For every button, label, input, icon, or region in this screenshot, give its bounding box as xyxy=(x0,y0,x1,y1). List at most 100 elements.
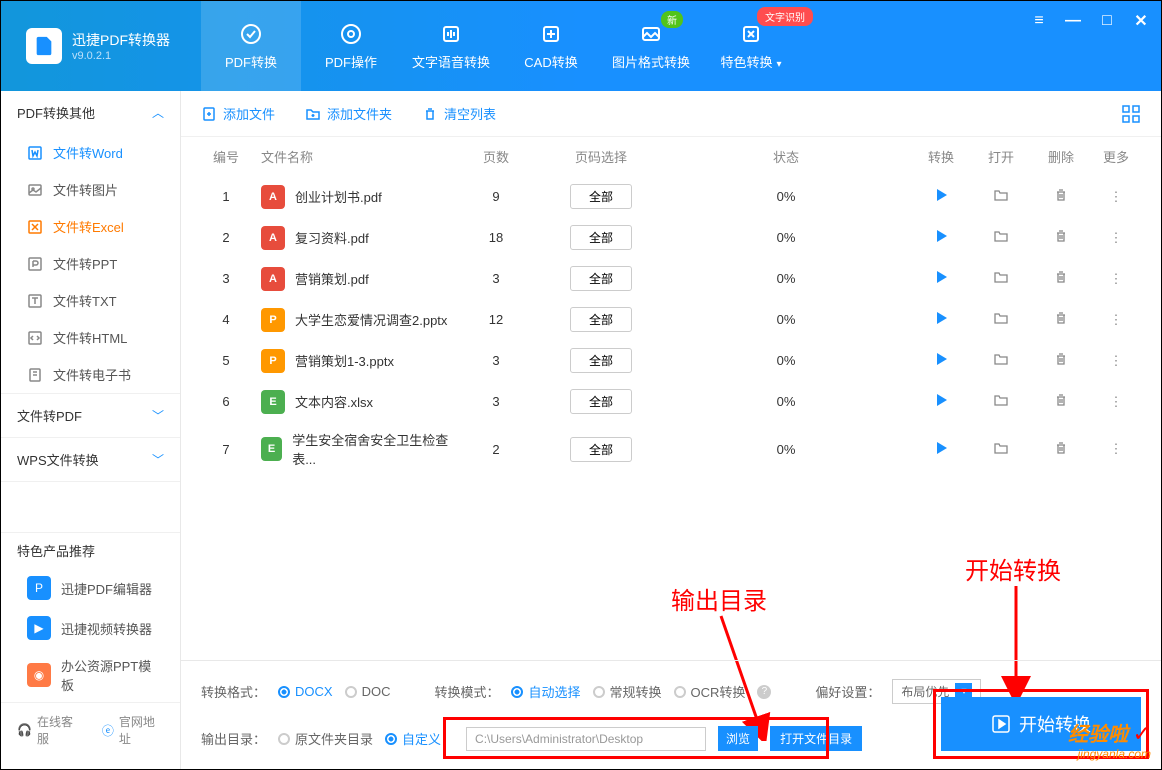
open-folder-button[interactable] xyxy=(993,444,1009,459)
convert-row-button[interactable] xyxy=(933,396,949,411)
sidebar-item-to-ppt[interactable]: 文件转PPT xyxy=(1,245,180,282)
mode-label: 转换模式： xyxy=(434,682,499,701)
output-orig-radio[interactable]: 原文件夹目录 xyxy=(278,729,373,748)
table-row: 6 E 文本内容.xlsx 3 全部 0% ⋮ xyxy=(181,381,1161,422)
tab-pdf-convert[interactable]: PDF转换 xyxy=(201,1,301,91)
cad-icon xyxy=(539,22,563,46)
page-select-button[interactable]: 全部 xyxy=(570,266,632,291)
video-icon: ▶ xyxy=(27,616,51,640)
convert-row-button[interactable] xyxy=(933,191,949,206)
pdf-file-icon: A xyxy=(261,267,285,291)
page-select-button[interactable]: 全部 xyxy=(570,389,632,414)
sidebar-item-to-txt[interactable]: 文件转TXT xyxy=(1,282,180,319)
sidebar-section-to-pdf[interactable]: 文件转PDF ﹀ xyxy=(1,394,180,437)
page-select-button[interactable]: 全部 xyxy=(570,437,632,462)
pref-label: 偏好设置： xyxy=(815,682,880,701)
page-select-button[interactable]: 全部 xyxy=(570,225,632,250)
more-button[interactable]: ⋮ xyxy=(1110,312,1123,327)
pdf-file-icon: A xyxy=(261,226,285,250)
html-icon xyxy=(27,330,43,346)
online-service-link[interactable]: 🎧 在线客服 xyxy=(17,713,82,747)
image-icon xyxy=(639,22,663,46)
page-select-button[interactable]: 全部 xyxy=(570,307,632,332)
official-site-link[interactable]: ⓔ 官网地址 xyxy=(102,713,164,747)
chevron-down-icon: ▾ xyxy=(776,59,781,70)
convert-row-button[interactable] xyxy=(933,232,949,247)
new-badge: 新 xyxy=(661,11,683,28)
minimize-button[interactable]: — xyxy=(1065,13,1081,29)
sidebar-section-pdf-to-other[interactable]: PDF转换其他 ︿ xyxy=(1,91,180,134)
tab-text-voice[interactable]: 文字语音转换 xyxy=(401,1,501,91)
open-folder-button[interactable] xyxy=(993,191,1009,206)
close-button[interactable]: ✕ xyxy=(1133,13,1149,29)
recommend-video-converter[interactable]: ▶ 迅捷视频转换器 xyxy=(1,608,180,648)
sidebar-item-to-html[interactable]: 文件转HTML xyxy=(1,319,180,356)
delete-row-button[interactable] xyxy=(1053,191,1069,206)
format-docx-radio[interactable]: DOCX xyxy=(278,684,333,699)
table-row: 7 E 学生安全宿舍安全卫生检查表... 2 全部 0% ⋮ xyxy=(181,422,1161,476)
voice-icon xyxy=(439,22,463,46)
convert-row-button[interactable] xyxy=(933,355,949,370)
add-folder-icon xyxy=(305,106,321,122)
add-folder-button[interactable]: 添加文件夹 xyxy=(305,104,392,123)
file-name: 营销策划.pdf xyxy=(295,269,369,288)
menu-button[interactable]: ≡ xyxy=(1031,13,1047,29)
sidebar-item-to-image[interactable]: 文件转图片 xyxy=(1,171,180,208)
page-select-button[interactable]: 全部 xyxy=(570,184,632,209)
delete-row-button[interactable] xyxy=(1053,355,1069,370)
convert-row-button[interactable] xyxy=(933,444,949,459)
add-file-button[interactable]: 添加文件 xyxy=(201,104,275,123)
pdf-file-icon: A xyxy=(261,185,285,209)
view-toggle[interactable] xyxy=(1121,104,1141,124)
more-button[interactable]: ⋮ xyxy=(1110,189,1123,204)
more-button[interactable]: ⋮ xyxy=(1110,271,1123,286)
more-button[interactable]: ⋮ xyxy=(1110,394,1123,409)
mode-ocr-radio[interactable]: OCR转换 xyxy=(674,682,746,701)
tab-cad[interactable]: CAD转换 xyxy=(501,1,601,91)
delete-row-button[interactable] xyxy=(1053,396,1069,411)
open-folder-button[interactable] xyxy=(993,396,1009,411)
recommend-pdf-editor[interactable]: P 迅捷PDF编辑器 xyxy=(1,568,180,608)
convert-row-button[interactable] xyxy=(933,273,949,288)
tab-pdf-operate[interactable]: PDF操作 xyxy=(301,1,401,91)
special-icon xyxy=(739,22,763,46)
help-icon[interactable]: ? xyxy=(757,685,771,699)
open-folder-button[interactable] xyxy=(993,273,1009,288)
chevron-up-icon: ︿ xyxy=(152,104,164,121)
mode-normal-radio[interactable]: 常规转换 xyxy=(593,682,662,701)
more-button[interactable]: ⋮ xyxy=(1110,230,1123,245)
app-logo-area: 迅捷PDF转换器 v9.0.2.1 xyxy=(1,28,201,64)
delete-row-button[interactable] xyxy=(1053,273,1069,288)
word-icon xyxy=(27,145,43,161)
ppt-icon xyxy=(27,256,43,272)
maximize-button[interactable]: □ xyxy=(1099,13,1115,29)
more-button[interactable]: ⋮ xyxy=(1110,353,1123,368)
convert-row-button[interactable] xyxy=(933,314,949,329)
sidebar-section-wps[interactable]: WPS文件转换 ﹀ xyxy=(1,438,180,481)
open-folder-button[interactable] xyxy=(993,232,1009,247)
output-label: 输出目录： xyxy=(201,729,266,748)
format-doc-radio[interactable]: DOC xyxy=(345,684,391,699)
sidebar-item-to-excel[interactable]: 文件转Excel xyxy=(1,208,180,245)
mode-auto-radio[interactable]: 自动选择 xyxy=(511,682,580,701)
tab-special[interactable]: 特色转换▾ 文字识别 xyxy=(701,1,801,91)
xls-file-icon: E xyxy=(261,437,282,461)
table-row: 1 A 创业计划书.pdf 9 全部 0% ⋮ xyxy=(181,176,1161,217)
highlight-output-box xyxy=(443,717,829,759)
file-name: 大学生恋爱情况调查2.pptx xyxy=(295,310,447,329)
recommend-ppt-template[interactable]: ◉ 办公资源PPT模板 xyxy=(1,648,180,702)
sidebar-item-to-ebook[interactable]: 文件转电子书 xyxy=(1,356,180,393)
highlight-start-box xyxy=(933,689,1149,759)
page-select-button[interactable]: 全部 xyxy=(570,348,632,373)
tab-image-format[interactable]: 图片格式转换 新 xyxy=(601,1,701,91)
clear-list-button[interactable]: 清空列表 xyxy=(422,104,496,123)
sidebar-item-to-word[interactable]: 文件转Word xyxy=(1,134,180,171)
open-folder-button[interactable] xyxy=(993,314,1009,329)
more-button[interactable]: ⋮ xyxy=(1110,441,1123,456)
open-folder-button[interactable] xyxy=(993,355,1009,370)
pdf-editor-icon: P xyxy=(27,576,51,600)
delete-row-button[interactable] xyxy=(1053,314,1069,329)
delete-row-button[interactable] xyxy=(1053,444,1069,459)
delete-row-button[interactable] xyxy=(1053,232,1069,247)
file-name: 学生安全宿舍安全卫生检查表... xyxy=(292,430,451,468)
